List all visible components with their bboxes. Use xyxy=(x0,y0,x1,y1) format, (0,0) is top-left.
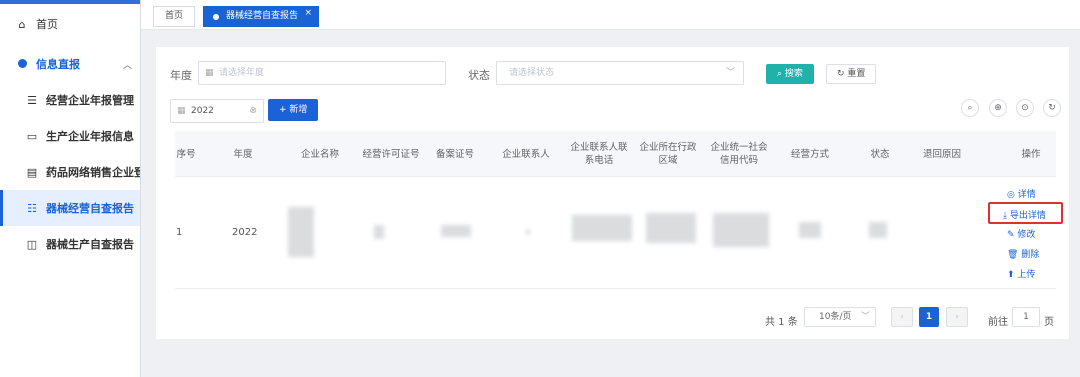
sidebar-item-label: 经营企业年报管理 xyxy=(46,94,134,107)
detail-link[interactable]: ◎ 详情 xyxy=(1007,187,1036,200)
edit-link[interactable]: ✎ 修改 xyxy=(1007,227,1035,240)
sidebar-item-device-production-report[interactable]: ◫ 器械生产自查报告 xyxy=(0,226,140,262)
column-header: 备案证号 xyxy=(435,148,474,160)
sidebar-item-label: 器械经营自查报告 xyxy=(46,202,134,215)
refresh-table-icon[interactable]: ↻ xyxy=(1043,99,1061,117)
year-value: 2022 xyxy=(191,106,214,116)
column-header: 状态 xyxy=(870,148,890,160)
goto-page-input[interactable]: 1 xyxy=(1012,307,1040,327)
close-icon[interactable]: × xyxy=(304,4,312,23)
sidebar-item-production-annual[interactable]: ▭ 生产企业年报信息 xyxy=(0,118,140,154)
top-accent-bar xyxy=(0,0,140,4)
blurred-operation-mode xyxy=(799,222,821,238)
clear-icon[interactable]: ⊗ xyxy=(249,100,257,122)
goto-label: 前往 xyxy=(988,317,1008,328)
row-year: 2022 xyxy=(232,227,258,238)
blurred-region xyxy=(646,213,696,243)
sidebar-item-online-drug-sales[interactable]: ▤ 药品网络销售企业登记 xyxy=(0,154,140,190)
blurred-contact xyxy=(526,229,530,235)
book-icon: ▭ xyxy=(26,129,38,143)
column-header: 企业联系人 xyxy=(502,148,550,160)
search-button[interactable]: ⌕ 搜索 xyxy=(766,64,814,84)
home-icon: ⌂ xyxy=(18,17,26,31)
table-header: 序号 年度 企业名称 经营许可证号 备案证号 企业联系人 企业联系人联系电话 企… xyxy=(175,131,1056,177)
upload-link[interactable]: ⬆ 上传 xyxy=(1007,267,1035,280)
sidebar-item-label: 首页 xyxy=(36,18,58,31)
row-divider xyxy=(175,288,1056,289)
sidebar-group-info-report[interactable]: 信息直报 ︿ xyxy=(0,46,140,82)
status-select[interactable]: 请选择状态 ﹀ xyxy=(496,61,744,85)
tabs-bar: 首页 器械经营自查报告 × xyxy=(141,0,1080,30)
column-header: 退回原因 xyxy=(922,148,961,160)
reset-label: 重置 xyxy=(847,69,866,79)
chevron-up-icon: ︿ xyxy=(122,60,132,71)
search-icon: ⌕ xyxy=(777,69,783,79)
reset-button[interactable]: ↻ 重置 xyxy=(826,64,877,84)
list-icon: ☰ xyxy=(27,93,37,107)
status-label: 状态 xyxy=(468,69,490,82)
main-panel: 年度 ▦ 请选择年度 状态 请选择状态 ﹀ ⌕ 搜索 ↻ 重置 ▦ 2022 ⊗… xyxy=(156,47,1069,339)
sidebar-item-operating-annual[interactable]: ☰ 经营企业年报管理 xyxy=(0,82,140,118)
chevron-down-icon: ﹀ xyxy=(860,312,870,322)
column-header: 操作 xyxy=(1021,148,1041,160)
blurred-license-no xyxy=(374,225,384,239)
page-size-select[interactable]: 10条/页 ﹀ xyxy=(804,307,876,327)
sidebar-item-label: 器械生产自查报告 xyxy=(46,238,134,251)
page-size-value: 10条/页 xyxy=(819,312,852,322)
tab-device-operating-report[interactable]: 器械经营自查报告 × xyxy=(203,4,320,27)
blurred-company-name xyxy=(288,207,314,257)
sidebar-item-device-operating-report[interactable]: ☷ 器械经营自查报告 xyxy=(0,190,140,226)
document-icon: ▤ xyxy=(26,165,38,179)
report-icon: ◫ xyxy=(26,237,38,251)
tab-label: 器械经营自查报告 xyxy=(226,11,299,21)
total-count: 共 1 条 xyxy=(765,317,798,328)
page-unit-label: 页 xyxy=(1044,317,1054,328)
plus-circle-icon xyxy=(16,58,28,71)
row-index: 1 xyxy=(176,227,183,238)
sidebar-group-label: 信息直报 xyxy=(36,58,80,71)
prev-page-button[interactable]: ‹ xyxy=(891,307,913,327)
delete-link[interactable]: 🗑 删除 xyxy=(1007,247,1039,260)
year-label: 年度 xyxy=(170,69,192,82)
year-input[interactable]: ▦ 请选择年度 xyxy=(198,61,446,85)
sidebar-item-label: 生产企业年报信息 xyxy=(46,130,134,143)
search-label: 搜索 xyxy=(784,69,803,79)
sidebar-item-label: 药品网络销售企业登记 xyxy=(46,166,140,179)
blurred-credit-code xyxy=(713,213,769,247)
active-dot-icon xyxy=(213,14,219,20)
column-header: 企业名称 xyxy=(300,148,339,160)
blurred-record-no xyxy=(441,225,471,237)
blurred-status xyxy=(869,222,887,238)
sidebar-item-home[interactable]: ⌂ 首页 xyxy=(0,6,140,42)
page-number-current[interactable]: 1 xyxy=(919,307,939,327)
calendar-icon: ▦ xyxy=(177,106,186,116)
column-header: 年度 xyxy=(233,148,253,160)
column-header: 经营许可证号 xyxy=(362,148,420,160)
tab-home[interactable]: 首页 xyxy=(153,6,196,27)
year-value-input[interactable]: ▦ 2022 ⊗ xyxy=(170,99,264,123)
column-header: 序号 xyxy=(176,148,196,160)
refresh-icon: ↻ xyxy=(837,69,845,79)
search-toggle-icon[interactable]: ⌕ xyxy=(961,99,979,117)
columns-icon[interactable]: ⊙ xyxy=(1016,99,1034,117)
column-header: 企业统一社会信用代码 xyxy=(710,142,768,166)
chevron-down-icon: ﹀ xyxy=(725,68,735,78)
zoom-icon[interactable]: ⊕ xyxy=(989,99,1007,117)
status-placeholder: 请选择状态 xyxy=(509,68,555,78)
column-header: 企业所在行政区域 xyxy=(639,142,697,166)
column-header: 经营方式 xyxy=(790,148,829,160)
form-icon: ☷ xyxy=(27,201,37,215)
next-page-button[interactable]: › xyxy=(946,307,968,327)
export-highlight-box xyxy=(988,202,1063,224)
sidebar: ⌂ 首页 信息直报 ︿ ☰ 经营企业年报管理 ▭ 生产企业年报信息 ▤ 药品网络… xyxy=(0,0,141,377)
blurred-phone xyxy=(572,215,632,241)
add-button[interactable]: + 新增 xyxy=(268,99,319,121)
column-header: 企业联系人联系电话 xyxy=(570,142,628,166)
year-placeholder: 请选择年度 xyxy=(219,68,265,78)
calendar-icon: ▦ xyxy=(205,68,214,78)
